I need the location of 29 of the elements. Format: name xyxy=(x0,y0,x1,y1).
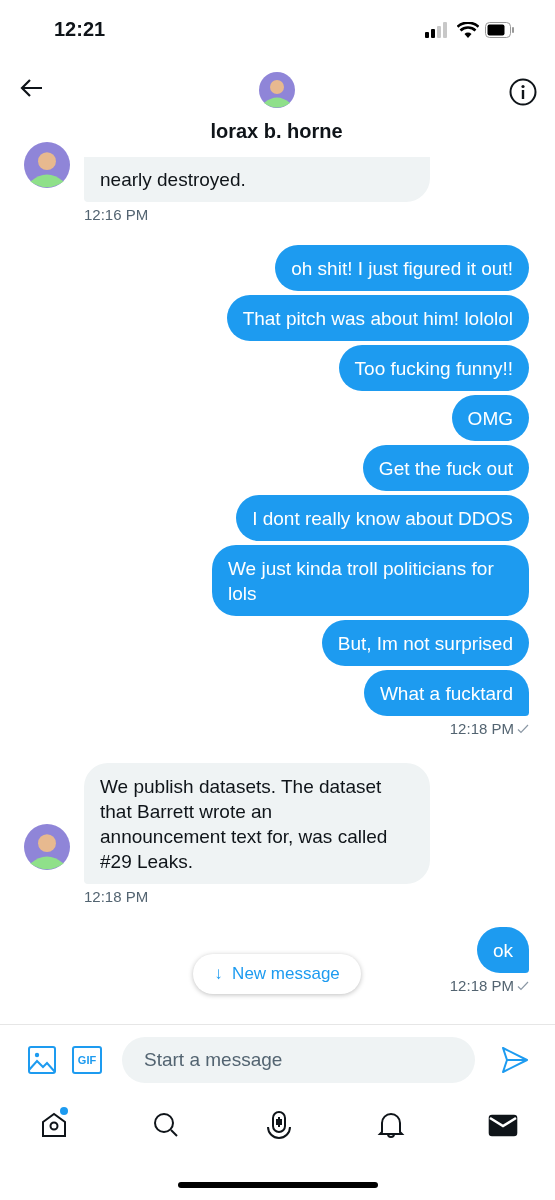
message-time: 12:18 PM xyxy=(84,888,149,905)
message-bubble: nearly destroyed. xyxy=(84,157,430,202)
battery-icon xyxy=(485,22,515,38)
message-bubble: ok xyxy=(476,927,529,973)
avatar-icon[interactable] xyxy=(24,824,70,870)
message-bubble: That pitch was about him! lololol xyxy=(226,295,529,341)
gif-button[interactable]: GIF xyxy=(72,1046,102,1074)
message-bubble: But, Im not surprised xyxy=(321,620,529,666)
message-bubble: What a fucktard xyxy=(363,670,529,716)
message-bubble: Too fucking funny!! xyxy=(338,345,529,391)
notification-dot xyxy=(60,1107,68,1115)
check-icon xyxy=(517,723,529,734)
message-bubble: I dont really know about DDOS xyxy=(236,495,529,541)
status-time: 12:21 xyxy=(54,17,106,41)
message-bubble: We just kinda troll politicians for lols xyxy=(212,545,529,616)
message-time: 12:18 PM xyxy=(449,720,514,737)
message-input[interactable]: Start a message xyxy=(122,1037,475,1083)
message-bubble: Get the fuck out xyxy=(362,445,529,491)
message-bubble: oh shit! I just figured it out! xyxy=(275,245,529,291)
check-icon xyxy=(517,980,529,991)
message-time: 12:16 PM xyxy=(84,206,149,223)
message-bubble: OMG xyxy=(451,395,529,441)
message-bubble: We publish datasets. The dataset that Barrett wrote an announcement text for, was called #29 Leaks. xyxy=(84,763,430,884)
contact-name: lorax b. horne xyxy=(210,120,343,143)
message-time: 12:18 PM xyxy=(449,977,514,994)
new-message-button[interactable]: ↓ New message xyxy=(193,954,361,994)
avatar-icon[interactable] xyxy=(24,142,70,188)
wifi-icon xyxy=(457,22,479,38)
avatar-icon[interactable] xyxy=(258,72,295,108)
